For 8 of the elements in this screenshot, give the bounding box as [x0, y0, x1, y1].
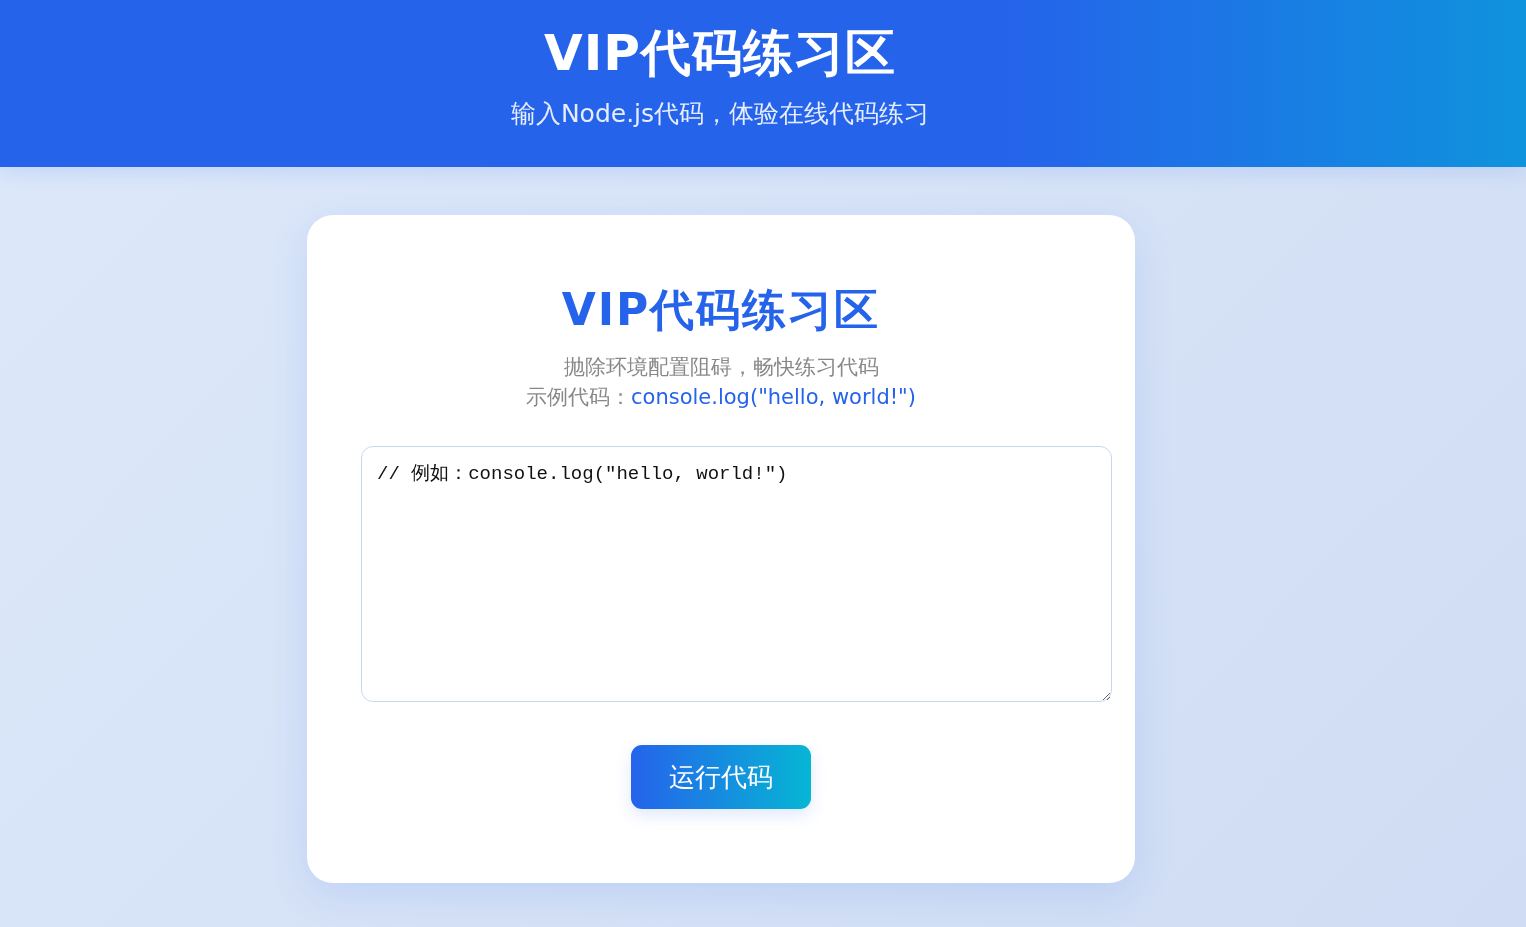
code-editor[interactable]: // 例如：console.log("hello, world!") — [361, 446, 1112, 702]
header-title: VIP代码练习区 — [544, 23, 896, 84]
run-code-button[interactable]: 运行代码 — [631, 745, 811, 809]
example-code: console.log("hello, world!") — [631, 385, 916, 409]
example-label: 示例代码： — [526, 385, 631, 409]
card-title: VIP代码练习区 — [561, 283, 881, 337]
header-subtitle: 输入Node.js代码，体验在线代码练习 — [510, 98, 930, 130]
card-tagline: 抛除环境配置阻碍，畅快练习代码 — [563, 354, 879, 381]
